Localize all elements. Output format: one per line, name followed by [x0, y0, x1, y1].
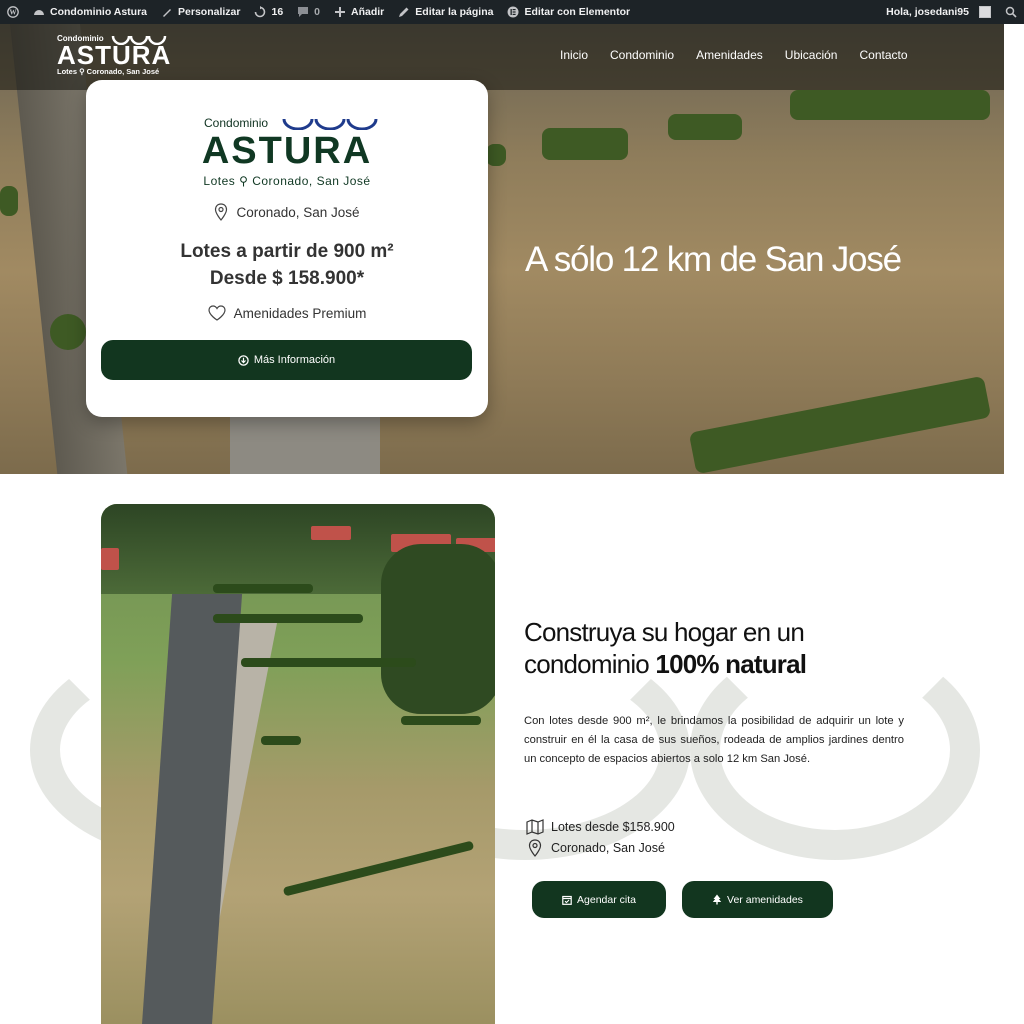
schedule-label: Agendar cita: [577, 893, 636, 906]
wp-admin-bar: W Condominio Astura Personalizar 16 0 Añ…: [0, 0, 1024, 24]
section-title: Construya su hogar en un condominio 100%…: [524, 616, 807, 680]
updates-icon: [255, 6, 266, 18]
section-title-line2: condominio 100% natural: [524, 648, 807, 680]
search-button[interactable]: [998, 0, 1024, 24]
site-name-link[interactable]: Condominio Astura: [26, 0, 154, 24]
map-icon: [526, 819, 544, 835]
plus-icon: [335, 7, 346, 17]
card-logo-small-text: Condominio: [204, 116, 269, 130]
nav-item-inicio[interactable]: Inicio: [560, 48, 588, 62]
more-info-button[interactable]: Más Información: [101, 340, 472, 380]
card-price-line1: Lotes a partir de 900 m²: [180, 241, 394, 262]
brush-icon: [163, 9, 172, 17]
trees-shape: [381, 544, 495, 714]
hedge-shape: [0, 186, 18, 216]
comments-link[interactable]: 0: [290, 0, 327, 24]
hedge-shape: [688, 375, 992, 474]
elementor-icon: [507, 6, 519, 18]
hedge-shape: [790, 90, 990, 120]
wordpress-logo-button[interactable]: W: [0, 0, 26, 24]
hedge-shape: [668, 114, 742, 140]
download-circle-icon: [238, 354, 249, 366]
hedge-shape: [213, 614, 363, 623]
hedge-shape: [282, 840, 475, 897]
aerial-photo: [101, 504, 495, 1024]
tree-shape: [50, 314, 86, 350]
comment-icon: [298, 7, 309, 17]
edit-elementor-label: Editar con Elementor: [524, 6, 631, 18]
nav-item-condominio[interactable]: Condominio: [610, 48, 674, 62]
view-amenities-button[interactable]: Ver amenidades: [682, 881, 833, 918]
card-logo-arcs-icon: [282, 118, 378, 130]
edit-page-link[interactable]: Editar la página: [391, 0, 500, 24]
page: W Condominio Astura Personalizar 16 0 Añ…: [0, 0, 1024, 1024]
hedge-shape: [213, 584, 313, 593]
info-card: Condominio ASTURA Lotes ⚲ Coronado, San …: [86, 80, 488, 417]
price-feature: Lotes desde $158.900: [526, 819, 675, 835]
location-feature-label: Coronado, San José: [551, 841, 665, 855]
hedge-shape: [261, 736, 301, 745]
card-price: Lotes a partir de 900 m² Desde $ 158.900…: [86, 238, 488, 292]
section-description: Con lotes desde 900 m², le brindamos la …: [524, 715, 904, 765]
logo-big-text: ASTURA: [57, 40, 172, 70]
svg-text:W: W: [10, 9, 17, 17]
hero-headline: A sólo 12 km de San José: [525, 240, 902, 279]
price-feature-label: Lotes desde $158.900: [551, 820, 675, 834]
card-location-row: Coronado, San José: [86, 203, 488, 221]
card-logo-big-text: ASTURA: [201, 130, 373, 172]
roof-shape: [311, 526, 351, 540]
more-info-label: Más Información: [253, 354, 336, 366]
add-new-label: Añadir: [351, 6, 385, 18]
roof-shape: [101, 548, 119, 570]
dashboard-icon: [34, 10, 44, 15]
search-icon: [1005, 6, 1017, 18]
card-logo-location-text: Lotes ⚲ Coronado, San José: [203, 174, 371, 188]
logo-arcs-icon: [111, 35, 167, 45]
calendar-check-icon: [562, 895, 572, 905]
site-name-label: Condominio Astura: [50, 6, 148, 18]
wordpress-icon: W: [7, 6, 19, 18]
customize-label: Personalizar: [178, 6, 241, 18]
nav-item-contacto[interactable]: Contacto: [859, 48, 907, 62]
map-pin-icon: [215, 203, 228, 221]
heart-icon: [207, 305, 226, 321]
my-account-link[interactable]: Hola, josedani95: [879, 0, 998, 24]
site-logo[interactable]: Condominio ASTURA Lotes ⚲ Coronado, San …: [57, 34, 171, 76]
card-amenities-label: Amenidades Premium: [233, 305, 367, 321]
road-shape: [139, 594, 243, 1024]
avatar: [979, 6, 991, 18]
greeting-label: Hola, josedani95: [886, 6, 969, 18]
section-title-bold: 100% natural: [655, 649, 807, 679]
hedge-shape: [486, 144, 506, 166]
section-title-line1: Construya su hogar en un: [524, 617, 805, 647]
hedge-shape: [542, 128, 628, 160]
comments-count: 0: [314, 6, 321, 18]
card-amenities-row: Amenidades Premium: [86, 305, 488, 321]
card-price-line2: Desde $ 158.900*: [209, 268, 365, 289]
schedule-button[interactable]: Agendar cita: [532, 881, 666, 918]
updates-count: 16: [271, 6, 284, 18]
main-nav: Inicio Condominio Amenidades Ubicación C…: [560, 48, 908, 62]
admin-bar-right: Hola, josedani95: [879, 0, 1024, 24]
edit-page-label: Editar la página: [415, 6, 494, 18]
view-amenities-label: Ver amenidades: [727, 893, 803, 906]
tree-icon: [712, 894, 722, 905]
section-title-plain: condominio: [524, 649, 656, 679]
hedge-shape: [401, 716, 481, 725]
logo-location-text: Lotes ⚲ Coronado, San José: [57, 67, 160, 76]
hedge-shape: [241, 658, 416, 667]
map-pin-icon: [528, 839, 542, 857]
card-location-label: Coronado, San José: [236, 204, 360, 220]
add-new-link[interactable]: Añadir: [327, 0, 391, 24]
nav-item-amenidades[interactable]: Amenidades: [696, 48, 763, 62]
pencil-icon: [399, 7, 409, 17]
location-feature: Coronado, San José: [526, 839, 665, 857]
customize-link[interactable]: Personalizar: [154, 0, 247, 24]
edit-elementor-link[interactable]: Editar con Elementor: [500, 0, 637, 24]
nav-item-ubicacion[interactable]: Ubicación: [785, 48, 838, 62]
updates-link[interactable]: 16: [247, 0, 290, 24]
